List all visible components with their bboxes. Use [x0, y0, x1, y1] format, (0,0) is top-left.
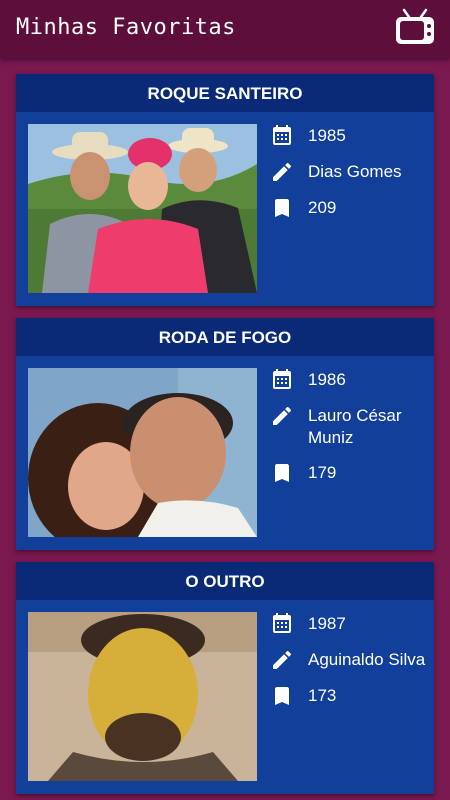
bookmark-icon [275, 687, 289, 705]
app-bar: Minhas Favoritas [0, 0, 450, 58]
year-value: 1985 [308, 126, 346, 145]
tv-icon[interactable] [394, 7, 436, 49]
episodes-row: 173 [270, 684, 430, 708]
novela-title: ROQUE SANTEIRO [16, 74, 434, 112]
novela-title: RODA DE FOGO [16, 318, 434, 356]
calendar-icon [273, 369, 291, 389]
novela-card[interactable]: ROQUE SANTEIRO 1985 Dias Gomes 209 [16, 74, 434, 306]
author-row: Dias Gomes [270, 160, 430, 184]
author-value: Dias Gomes [308, 162, 402, 181]
novela-photo [28, 368, 257, 537]
episodes-value: 179 [308, 463, 337, 482]
year-row: 1986 [270, 368, 430, 392]
novela-info: 1985 Dias Gomes 209 [270, 124, 430, 232]
year-row: 1985 [270, 124, 430, 148]
author-value: Lauro César Muniz [308, 406, 402, 447]
author-row: Aguinaldo Silva [270, 648, 430, 672]
author-row: Lauro César Muniz [270, 404, 430, 449]
novela-card[interactable]: RODA DE FOGO 1986 Lauro César Muniz 179 [16, 318, 434, 550]
episodes-row: 179 [270, 461, 430, 485]
novela-info: 1987 Aguinaldo Silva 173 [270, 612, 430, 720]
calendar-icon [273, 613, 291, 633]
pencil-icon [273, 406, 292, 425]
app-title: Minhas Favoritas [16, 15, 236, 40]
calendar-icon [273, 125, 291, 145]
year-value: 1987 [308, 614, 346, 633]
novela-photo [28, 612, 257, 781]
year-row: 1987 [270, 612, 430, 636]
novela-info: 1986 Lauro César Muniz 179 [270, 368, 430, 497]
bookmark-icon [275, 199, 289, 217]
novela-photo [28, 124, 257, 293]
episodes-value: 173 [308, 686, 337, 705]
author-value: Aguinaldo Silva [308, 650, 426, 669]
novela-card[interactable]: O OUTRO 1987 Aguinaldo Silva 173 [16, 562, 434, 794]
year-value: 1986 [308, 370, 346, 389]
pencil-icon [273, 650, 292, 669]
bookmark-icon [275, 464, 289, 482]
episodes-value: 209 [308, 198, 337, 217]
pencil-icon [273, 162, 292, 181]
novela-title: O OUTRO [16, 562, 434, 600]
episodes-row: 209 [270, 196, 430, 220]
